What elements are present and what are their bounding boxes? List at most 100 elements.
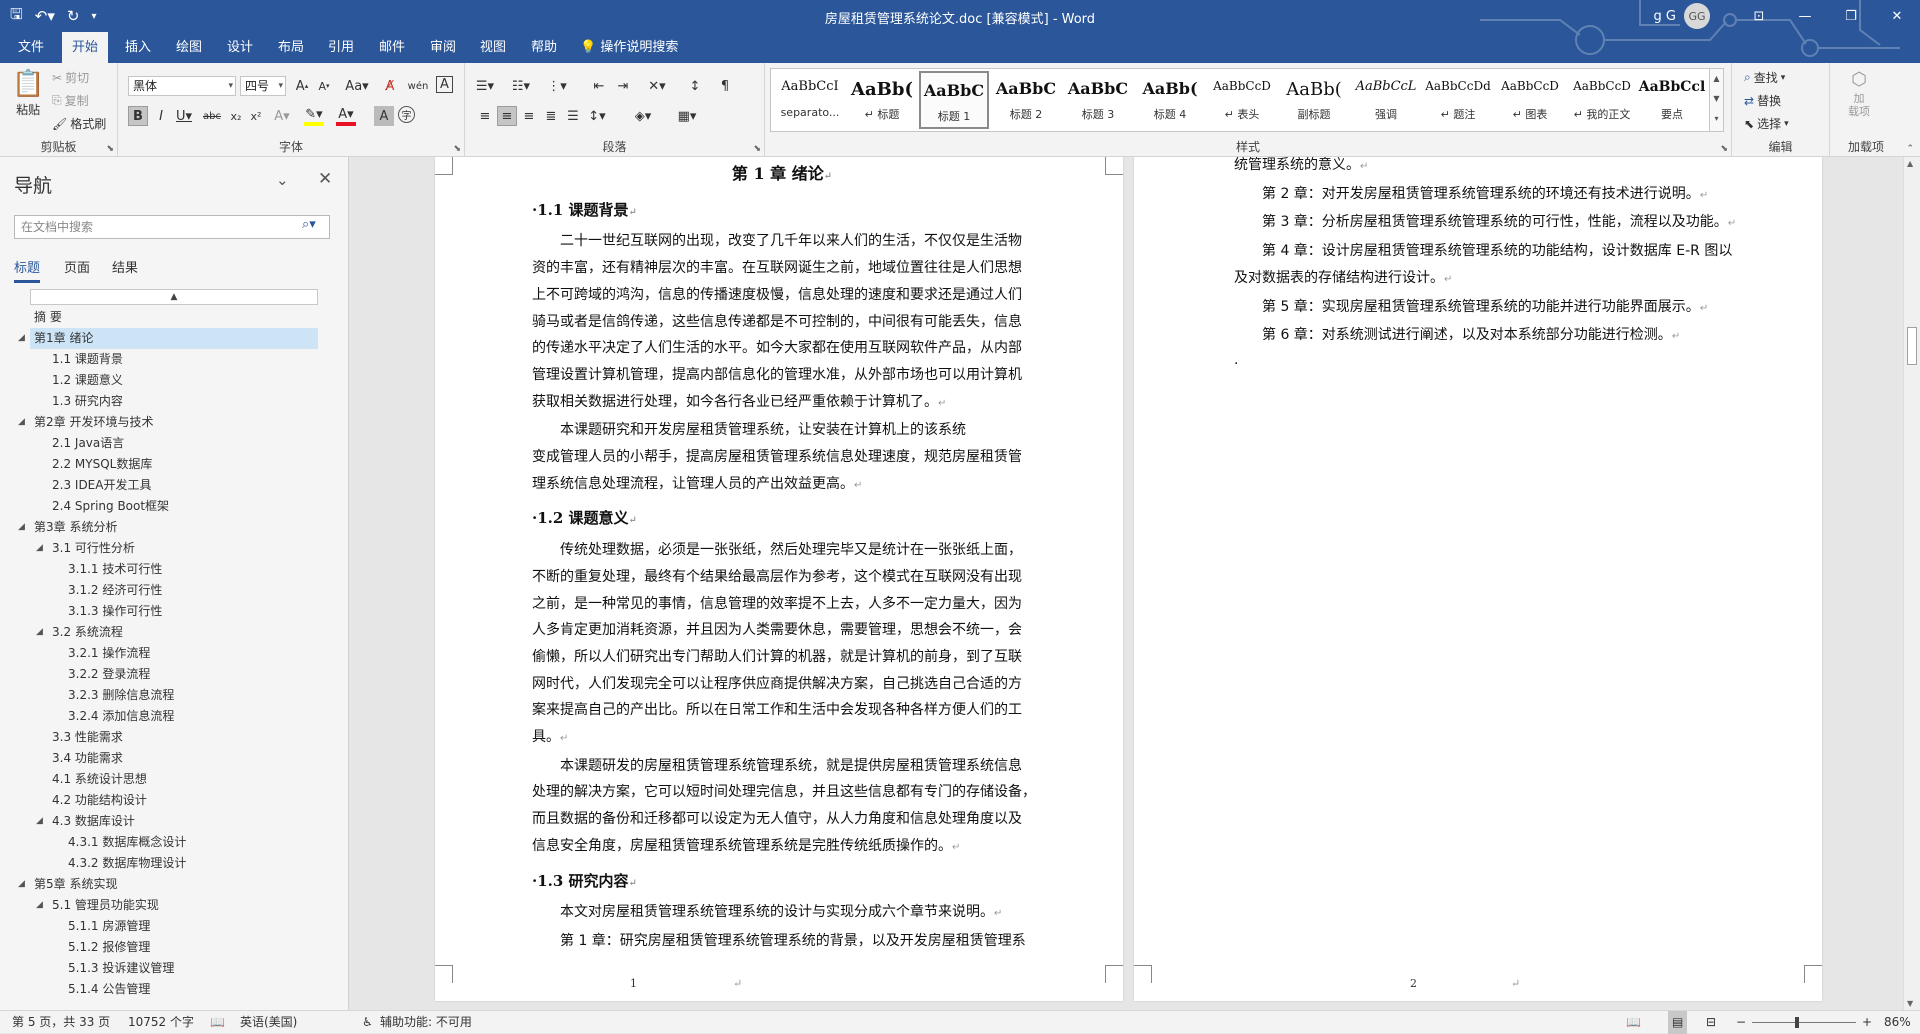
nav-heading-item[interactable]: 4.2 功能结构设计 [0,790,349,811]
format-painter-button[interactable]: 🖌 格式刷 [52,115,106,132]
collapse-ribbon-icon[interactable]: ⌃ [1906,144,1914,154]
expand-triangle-icon[interactable]: ◢ [36,811,43,832]
italic-icon[interactable]: I [151,106,171,126]
highlight-color-icon[interactable]: ✎▾ [304,106,324,126]
nav-scroll-top-button[interactable]: ▲ [30,289,318,305]
chevron-up-icon[interactable]: ▲ [1710,69,1723,89]
nav-heading-item[interactable]: ◢ 5.1 管理员功能实现 [0,895,349,916]
zoom-in-icon[interactable]: + [1862,1011,1872,1034]
expand-triangle-icon[interactable]: ◢ [36,895,43,916]
phonetic-guide-icon[interactable]: wén [408,76,429,96]
copy-button[interactable]: ⎘ 复制 [52,92,89,109]
nav-heading-item[interactable]: ◢ 第5章 系统实现 [0,874,349,895]
nav-heading-item[interactable]: 4.1 系统设计思想 [0,769,349,790]
change-case-icon[interactable]: Aa▾ [342,76,372,96]
nav-heading-item[interactable]: 3.4 功能需求 [0,748,349,769]
nav-heading-item[interactable]: 1.2 课题意义 [0,370,349,391]
scroll-down-icon[interactable]: ▼ [1907,999,1913,1008]
nav-heading-item[interactable]: 1.1 课题背景 [0,349,349,370]
text-effects-icon[interactable]: A▾ [272,106,292,126]
save-icon[interactable]: 🖫 [10,4,23,29]
distributed-icon[interactable]: ☰ [563,106,583,126]
style-key-point[interactable]: AaBbCcl 要点 [1637,71,1707,129]
underline-icon[interactable]: U▾ [174,106,194,126]
tell-me-search[interactable]: 💡 操作说明搜索 [580,32,678,63]
nav-heading-item[interactable]: 2.4 Spring Boot框架 [0,496,349,517]
redo-icon[interactable]: ↻ [67,7,80,25]
select-button[interactable]: ⬉ 选择 ▾ [1744,115,1789,132]
addins-button[interactable]: ⬡ 加 载项 [1848,69,1870,118]
style-caption[interactable]: AaBbCcDd ↵ 题注 [1423,71,1493,129]
style-separator[interactable]: AaBbCcI separato... [775,71,845,129]
styles-gallery-scroll[interactable]: ▲ ▼ ▾ [1710,68,1724,132]
document-area[interactable]: 第 1 章 绪论↵ ·1.1 课题背景↵ 二十一世纪互联网的出现，改变了几千年以… [350,157,1903,1010]
nav-heading-item[interactable]: 1.3 研究内容 [0,391,349,412]
document-page-1[interactable]: 第 1 章 绪论↵ ·1.1 课题背景↵ 二十一世纪互联网的出现，改变了几千年以… [435,157,1123,1001]
style-title[interactable]: AaBb(↵ 标题 [847,71,917,129]
style-heading-3[interactable]: AaBbC 标题 3 [1063,71,1133,129]
tab-insert[interactable]: 插入 [115,32,161,63]
tab-design[interactable]: 设计 [217,32,263,63]
styles-launcher-icon[interactable]: ⬊ [1720,144,1728,154]
bullets-icon[interactable]: ☰▾ [475,76,495,96]
character-border-icon[interactable]: A [436,76,453,93]
numbering-icon[interactable]: ☷▾ [511,76,531,96]
nav-heading-item[interactable]: 4.3.2 数据库物理设计 [0,853,349,874]
font-size-combo[interactable]: 四号 ▾ [240,76,286,96]
nav-heading-item[interactable]: ◢ 3.1 可行性分析 [0,538,349,559]
tab-home[interactable]: 开始 [62,32,109,63]
tab-mailings[interactable]: 邮件 [369,32,415,63]
sort-icon[interactable]: ↕ [685,76,705,96]
nav-heading-item[interactable]: 4.3.1 数据库概念设计 [0,832,349,853]
nav-heading-item[interactable]: 3.1.3 操作可行性 [0,601,349,622]
decrease-indent-icon[interactable]: ⇤ [589,76,609,96]
page-count[interactable]: 第 5 页，共 33 页 [12,1011,110,1034]
multilevel-list-icon[interactable]: ⋮▾ [547,76,567,96]
language-indicator[interactable]: 英语(美国) [240,1011,297,1034]
borders-icon[interactable]: ▦▾ [677,106,697,126]
increase-indent-icon[interactable]: ⇥ [613,76,633,96]
tab-file[interactable]: 文件 [8,32,54,63]
nav-heading-item[interactable]: 3.1.1 技术可行性 [0,559,349,580]
accessibility-status[interactable]: 辅助功能: 不可用 [380,1011,472,1034]
clear-formatting-icon[interactable]: A̸ [380,76,400,96]
nav-heading-item[interactable]: 摘 要 [0,307,349,328]
nav-heading-item[interactable]: 3.2.2 登录流程 [0,664,349,685]
nav-heading-item[interactable]: 5.1.3 投诉建议管理 [0,958,349,979]
justify-icon[interactable]: ≣ [541,106,561,126]
character-shading-icon[interactable]: A [374,106,394,126]
font-color-icon[interactable]: A▾ [336,106,356,126]
scrollbar-thumb[interactable] [1907,327,1917,365]
word-count[interactable]: 10752 个字 [128,1011,194,1034]
nav-tab-headings[interactable]: 标题 [14,257,41,283]
nav-heading-item[interactable]: 3.2.3 删除信息流程 [0,685,349,706]
tab-view[interactable]: 视图 [470,32,516,63]
nav-heading-item[interactable]: ◢ 第2章 开发环境与技术 [0,412,349,433]
shading-icon[interactable]: ◈▾ [633,106,653,126]
nav-heading-item[interactable]: 3.3 性能需求 [0,727,349,748]
undo-icon[interactable]: ↶▾ [35,7,55,25]
tab-references[interactable]: 引用 [318,32,364,63]
proofing-icon[interactable]: 📖 [210,1011,225,1034]
superscript-icon[interactable]: x² [246,106,266,126]
shrink-font-icon[interactable]: A ▾ [314,76,334,96]
close-icon[interactable]: ✕ [318,169,332,189]
nav-heading-item[interactable]: 5.1.2 报修管理 [0,937,349,958]
nav-heading-item[interactable]: 2.3 IDEA开发工具 [0,475,349,496]
chevron-down-icon[interactable]: ▼ [1710,89,1723,109]
grow-font-icon[interactable]: A ▴ [292,76,312,96]
document-page-2[interactable]: 统管理系统的意义。↵ 第 2 章：对开发房屋租赁管理系统管理系统的环境还有技术进… [1134,157,1822,1001]
style-heading-2[interactable]: AaBbC 标题 2 [991,71,1061,129]
nav-heading-item[interactable]: ◢ 4.3 数据库设计 [0,811,349,832]
nav-heading-item[interactable]: 5.1.4 公告管理 [0,979,349,1000]
align-center-icon[interactable]: ≡ [497,106,517,126]
replace-button[interactable]: ⇄ 替换 [1744,92,1781,109]
strikethrough-icon[interactable]: abc [202,106,222,126]
scroll-up-icon[interactable]: ▲ [1907,159,1913,168]
style-heading-1[interactable]: AaBbC 标题 1 [919,71,989,129]
nav-heading-item[interactable]: 2.2 MYSQL数据库 [0,454,349,475]
font-launcher-icon[interactable]: ⬊ [453,144,461,154]
align-left-icon[interactable]: ≡ [475,106,495,126]
expand-triangle-icon[interactable]: ◢ [18,412,25,433]
nav-heading-item[interactable]: ◢ 第1章 绪论 [18,328,318,349]
